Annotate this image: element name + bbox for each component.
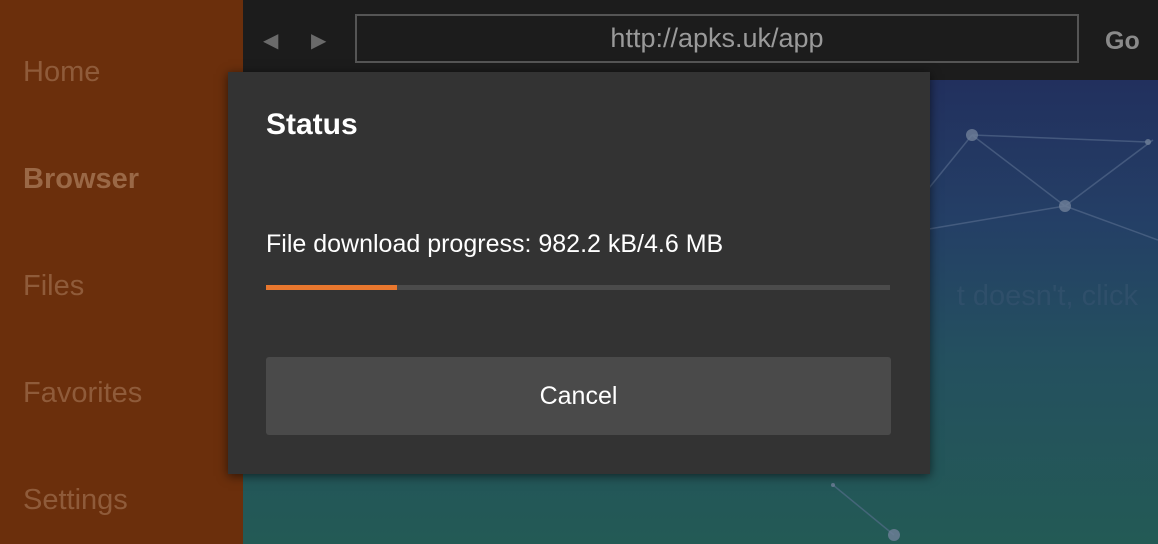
- dialog-title: Status: [266, 108, 358, 141]
- go-button[interactable]: Go: [1105, 26, 1140, 56]
- sidebar-item-settings[interactable]: Settings: [23, 484, 128, 517]
- sidebar-item-home[interactable]: Home: [23, 56, 100, 89]
- browser-toolbar: ◀ ▶ http://apks.uk/app Go: [243, 0, 1158, 80]
- status-dialog: Status File download progress: 982.2 kB/…: [228, 72, 930, 474]
- download-progress-fill: [266, 285, 398, 290]
- app-window: Home Browser Files Favorites Settings ◀ …: [0, 0, 1158, 544]
- cancel-button[interactable]: Cancel: [266, 357, 891, 435]
- sidebar-item-files[interactable]: Files: [23, 270, 84, 303]
- back-icon[interactable]: ◀: [263, 27, 278, 55]
- sidebar-item-browser[interactable]: Browser: [23, 163, 139, 196]
- download-progress-text: File download progress: 982.2 kB/4.6 MB: [266, 230, 724, 258]
- forward-icon[interactable]: ▶: [311, 27, 326, 55]
- sidebar: Home Browser Files Favorites Settings: [0, 0, 243, 544]
- download-progress-bar: [266, 285, 890, 290]
- sidebar-item-favorites[interactable]: Favorites: [23, 377, 142, 410]
- url-input[interactable]: http://apks.uk/app: [355, 14, 1079, 63]
